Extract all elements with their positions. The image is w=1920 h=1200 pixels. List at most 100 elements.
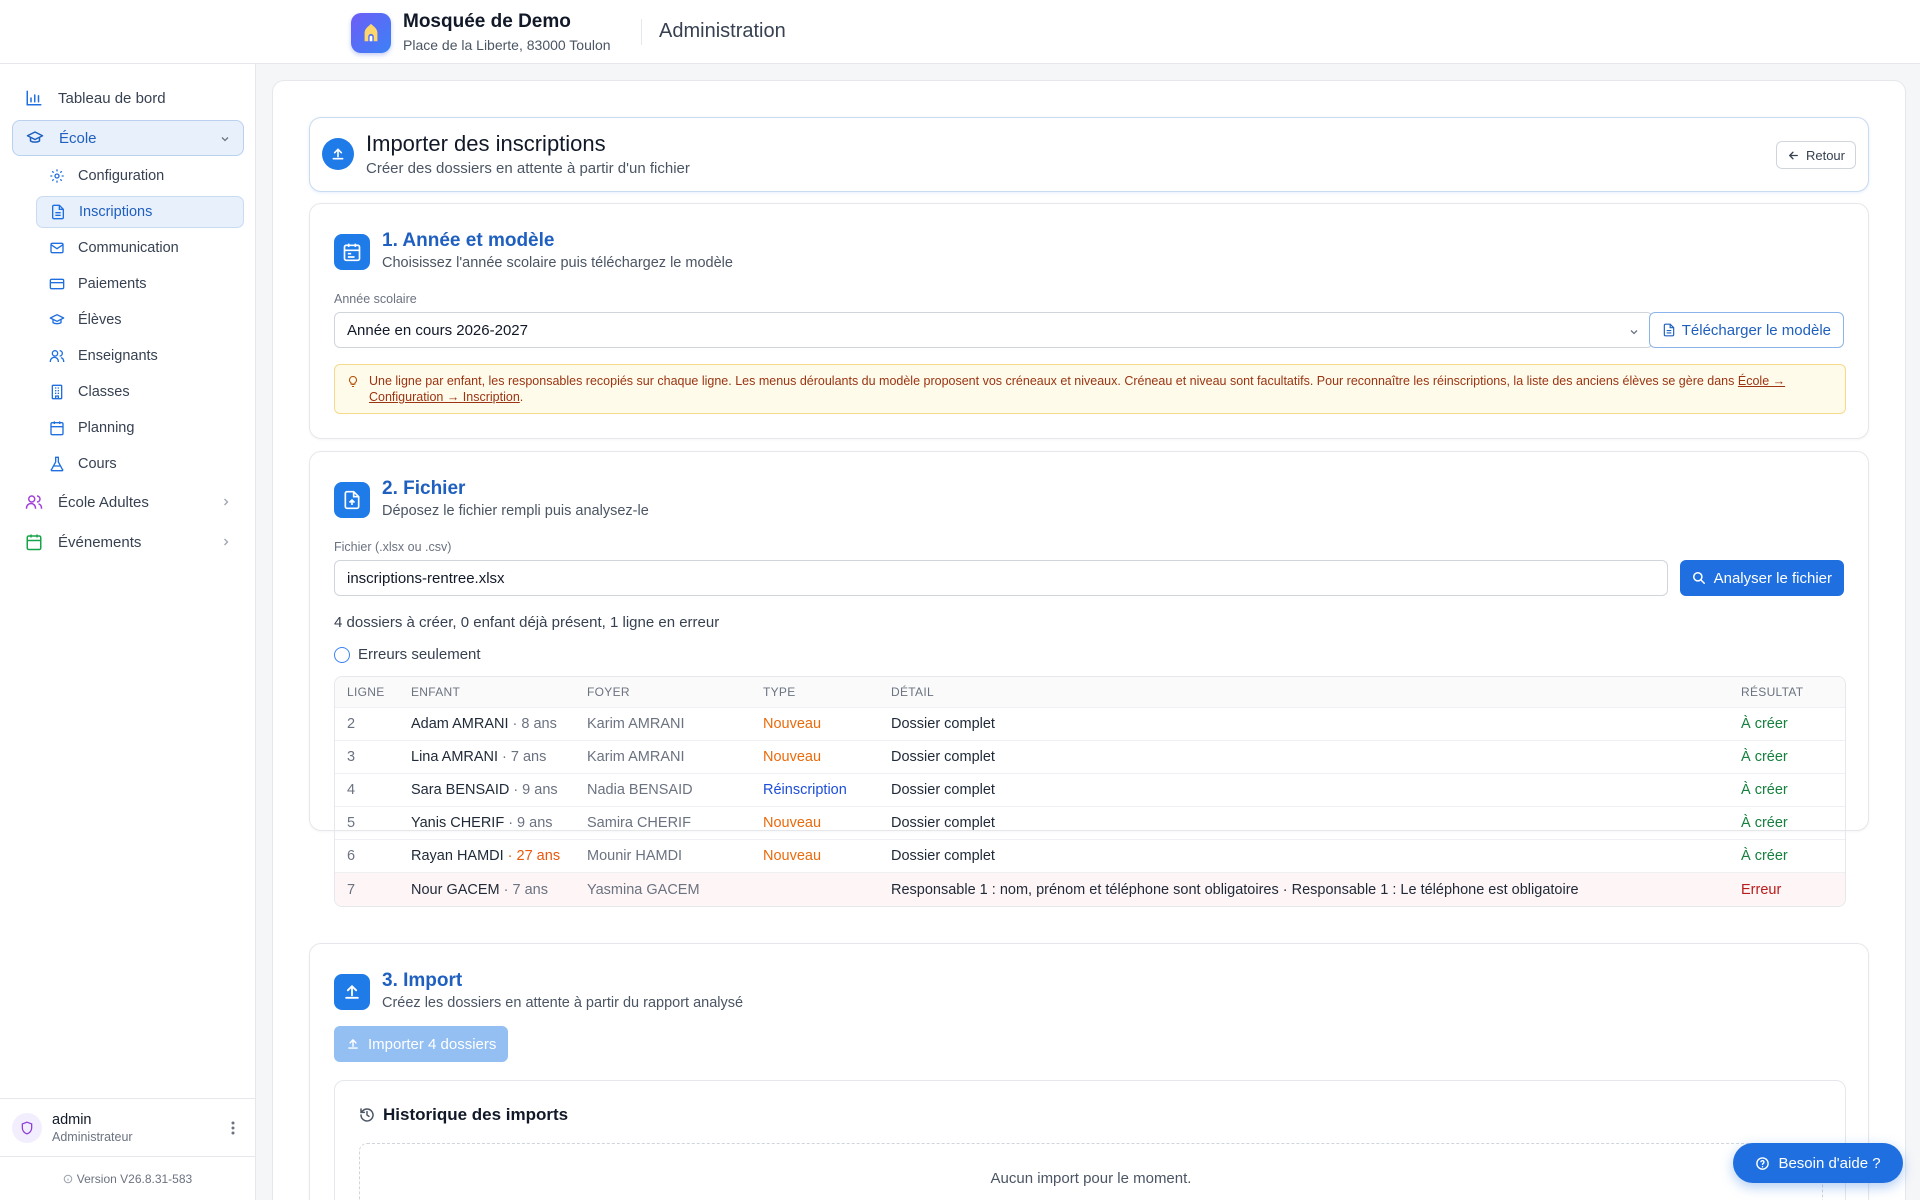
sidebar-item-cours[interactable]: Cours [36,448,244,480]
search-icon [1692,571,1705,585]
cell-detail: Dossier complet [891,782,995,798]
child-age: · 8 ans [512,716,557,732]
credit-card-icon [48,275,66,293]
building-icon [48,383,66,401]
sidebar-item-ecole-adultes[interactable]: École Adultes [12,484,244,520]
table-header: LIGNE ENFANT FOYER TYPE DÉTAIL RÉSULTAT [335,677,1845,708]
cell-child: Adam AMRANI · 8 ans [411,708,557,740]
sidebar-item-ecole[interactable]: École [12,120,244,156]
child-name: Adam AMRANI [411,716,509,732]
cell-line: 2 [347,716,356,732]
info-circle-icon [63,1174,73,1183]
step3-subtitle: Créez les dossiers en attente à partir d… [382,995,744,1011]
chevron-down-icon [219,133,231,145]
calendar-icon [48,419,66,437]
user-profile[interactable]: admin Administrateur [0,1098,255,1156]
errors-only-checkbox[interactable] [334,646,350,663]
child-age: · 7 ans [503,881,548,898]
sidebar-item-label: Enseignants [78,348,158,364]
sidebar-item-evenements[interactable]: Événements [12,524,244,560]
analyze-file-button[interactable]: Analyser le fichier [1679,560,1844,596]
cell-detail: Dossier complet [891,815,995,831]
org-name: Mosquée de Demo [403,11,571,32]
cell-line: 5 [347,815,356,831]
file-label: Fichier (.xlsx ou .csv) [334,540,452,554]
year-label: Année scolaire [334,292,417,306]
school-year-select[interactable]: Année en cours 2026-2027 [334,312,1653,348]
sidebar-item-inscriptions[interactable]: Inscriptions [36,196,244,228]
child-name: Yanis CHERIF [411,815,505,831]
step1-title: 1. Année et modèle [382,230,555,251]
analysis-summary: 4 dossiers à créer, 0 enfant déjà présen… [334,614,720,631]
sidebar-item-label: Cours [78,456,117,472]
errors-only-label: Erreurs seulement [358,646,481,663]
sidebar-item-enseignants[interactable]: Enseignants [36,340,244,372]
sidebar-item-label: Paiements [78,276,147,292]
cell-type: Nouveau [763,749,822,765]
history-title: Historique des imports [383,1105,569,1124]
sidebar-item-configuration[interactable]: Configuration [36,160,244,192]
tip-end: . [519,390,524,404]
sidebar-item-label: Configuration [78,168,165,184]
sidebar-item-label: École Adultes [58,493,149,511]
step2-title: 2. Fichier [382,478,466,499]
sidebar-item-label: Événements [58,533,142,551]
sidebar-item-eleves[interactable]: Élèves [36,304,244,336]
sidebar-item-dashboard[interactable]: Tableau de bord [12,80,244,116]
errors-only-toggle[interactable]: Erreurs seulement [334,646,481,663]
help-button[interactable]: Besoin d'aide ? [1733,1143,1903,1183]
flask-icon [48,455,66,473]
file-upload-icon [334,482,370,518]
child-age: · 9 ans [513,782,558,798]
cell-line: 6 [347,848,356,864]
table-row: 4 Sara BENSAID · 9 ans Nadia BENSAID Réinscr… [335,774,1845,807]
sidebar-item-communication[interactable]: Communication [36,232,244,264]
cell-household: Karim AMRANI [587,716,685,732]
org-address: Place de la Liberte, 83000 Toulon [403,37,611,53]
cell-child: Rayan HAMDI · 27 ans [411,840,560,872]
step3-title: 3. Import [382,970,463,991]
cell-child: Lina AMRANI · 7 ans [411,741,546,773]
cell-type: Nouveau [763,815,822,831]
cell-detail: Dossier complet [891,848,995,864]
column-header: LIGNE [347,685,385,699]
back-label: Retour [1805,147,1845,163]
cell-detail: Dossier complet [891,749,995,765]
page-subtitle: Créer des dossiers en attente à partir d… [366,160,690,177]
cell-result: À créer [1741,749,1788,765]
file-input[interactable]: inscriptions-rentree.xlsx [334,560,1668,596]
gear-icon [48,167,66,185]
org-brand[interactable]: Mosquée de Demo Place de la Liberte, 830… [351,11,611,55]
tip-text: Une ligne par enfant, les responsables r… [369,374,1738,388]
column-header: RÉSULTAT [1741,685,1804,699]
import-button[interactable]: Importer 4 dossiers [334,1026,509,1062]
back-button[interactable]: Retour [1775,141,1856,169]
sidebar-item-label: Planning [78,420,135,436]
template-tip: Une ligne par enfant, les responsables r… [334,364,1846,414]
chevron-down-icon [1628,326,1640,338]
child-age: · 27 ans [507,848,561,864]
top-header: Mosquée de Demo Place de la Liberte, 830… [0,0,1920,64]
more-vertical-icon[interactable] [231,1121,235,1135]
history-heading: Historique des imports [359,1105,568,1125]
app-version: Version V26.8.31-583 [0,1156,255,1200]
sidebar-item-classes[interactable]: Classes [36,376,244,408]
graduation-cap-icon [25,128,45,148]
cell-household: Nadia BENSAID [587,782,693,798]
sidebar-item-label: Inscriptions [79,204,153,220]
table-row: 3 Lina AMRANI · 7 ans Karim AMRANI Nouveau Do… [335,741,1845,774]
mail-icon [48,239,66,257]
bar-chart-icon [24,88,44,108]
cell-type: Réinscription [763,782,847,798]
calendar-icon [24,532,44,552]
download-template-button[interactable]: Télécharger le modèle [1648,312,1844,348]
step2-card: 2. Fichier Déposez le fichier rempli pui… [309,451,1869,907]
sidebar-item-planning[interactable]: Planning [36,412,244,444]
table-row: 5 Yanis CHERIF · 9 ans Samira CHERIF Nouveau… [335,807,1845,840]
users-icon [24,492,44,512]
page-title: Importer des inscriptions [366,131,606,156]
table-row: 6 Rayan HAMDI · 27 ans Mounir HAMDI Nouveau D… [335,840,1845,873]
cell-line: 7 [347,881,356,898]
sidebar-item-paiements[interactable]: Paiements [36,268,244,300]
child-name: Rayan HAMDI [411,848,504,864]
